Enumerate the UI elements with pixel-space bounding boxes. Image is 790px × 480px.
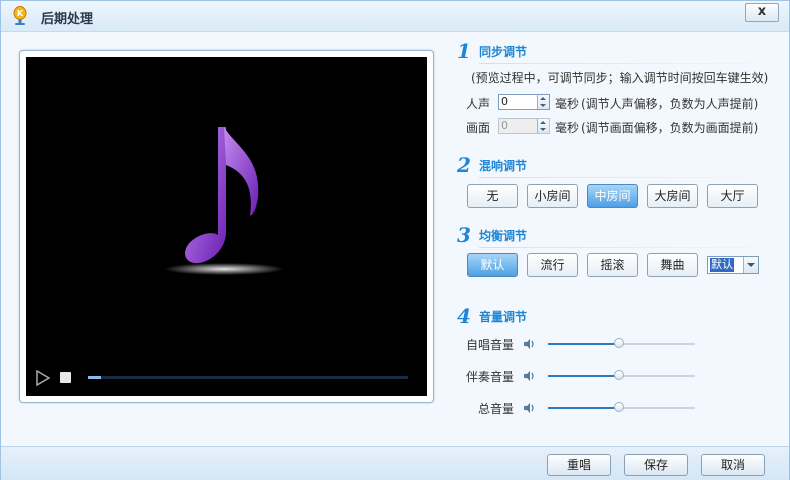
reverb-section-header: 2 混响调节	[457, 153, 789, 179]
volume-slider-fill	[548, 343, 619, 345]
speaker-icon[interactable]	[522, 337, 536, 351]
svg-text:K: K	[17, 9, 24, 18]
volume-slider-thumb[interactable]	[613, 338, 624, 348]
voice-offset-label: 人声	[466, 97, 491, 111]
chevron-down-icon[interactable]	[743, 257, 758, 273]
volume-slider-thumb[interactable]	[613, 370, 624, 380]
section-title: 均衡调节	[479, 229, 528, 243]
dialog-footer: 重唱 保存 取消	[1, 446, 789, 480]
volume-slider-thumb[interactable]	[613, 402, 624, 412]
video-offset-label: 画面	[466, 121, 491, 135]
microphone-app-icon: K	[13, 6, 27, 25]
section-number: 3	[457, 223, 471, 247]
resing-button[interactable]: 重唱	[547, 454, 611, 476]
volume-section-header: 4 音量调节	[457, 304, 777, 330]
title-bar: K 后期处理 x	[1, 1, 789, 32]
video-offset-input[interactable]: 0	[498, 118, 550, 134]
music-note-icon	[164, 127, 284, 275]
window-title: 后期处理	[41, 12, 94, 27]
eq-option-button[interactable]: 默认	[467, 253, 518, 277]
volume-slider[interactable]	[548, 370, 695, 380]
eq-section-header: 3 均衡调节	[457, 223, 789, 249]
video-offset-unit: 毫秒	[555, 121, 580, 135]
save-button[interactable]: 保存	[624, 454, 688, 476]
voice-offset-unit: 毫秒	[555, 97, 580, 111]
eq-preset-select[interactable]: 默认	[707, 256, 759, 274]
section-number: 2	[457, 153, 471, 177]
section-divider	[479, 177, 789, 178]
volume-slider-fill	[548, 375, 619, 377]
volume-label: 伴奏音量	[465, 370, 514, 384]
eq-option-button[interactable]: 舞曲	[647, 253, 698, 277]
section-number: 1	[457, 39, 471, 63]
voice-offset-desc: (调节人声偏移，负数为人声提前)	[581, 97, 759, 111]
play-icon[interactable]	[36, 370, 50, 386]
video-offset-desc: (调节画面偏移，负数为画面提前)	[581, 121, 759, 135]
volume-label: 总音量	[477, 402, 514, 416]
video-offset-stepper[interactable]	[537, 119, 549, 133]
volume-slider[interactable]	[548, 402, 695, 412]
eq-option-button[interactable]: 流行	[527, 253, 578, 277]
speaker-icon[interactable]	[522, 369, 536, 383]
voice-offset-stepper[interactable]	[537, 95, 549, 109]
sync-section-header: 1 同步调节	[457, 39, 789, 65]
section-title: 混响调节	[479, 159, 528, 173]
section-title: 音量调节	[479, 310, 528, 324]
section-title: 同步调节	[479, 45, 528, 59]
playback-progress-bar[interactable]	[88, 376, 408, 379]
video-preview-panel	[19, 50, 434, 403]
cancel-button[interactable]: 取消	[701, 454, 765, 476]
volume-slider-fill	[548, 407, 619, 409]
post-processing-window: K 后期处理 x 1 同步调节 (预览过程中，可调节同步；输入调节时间按回车键生…	[0, 0, 790, 480]
volume-label: 自唱音量	[465, 338, 514, 352]
section-divider	[479, 63, 789, 64]
reverb-option-button[interactable]: 大房间	[647, 184, 698, 208]
reverb-option-button[interactable]: 无	[467, 184, 518, 208]
sync-hint: (预览过程中，可调节同步；输入调节时间按回车键生效)	[471, 71, 769, 85]
speaker-icon[interactable]	[522, 401, 536, 415]
section-divider	[479, 247, 789, 248]
eq-option-button[interactable]: 摇滚	[587, 253, 638, 277]
voice-offset-input[interactable]: 0	[498, 94, 550, 110]
volume-slider[interactable]	[548, 338, 695, 348]
reverb-option-button[interactable]: 小房间	[527, 184, 578, 208]
reverb-option-button[interactable]: 大厅	[707, 184, 758, 208]
playback-progress-fill	[88, 376, 101, 379]
stop-icon[interactable]	[60, 372, 71, 383]
close-button[interactable]: x	[745, 3, 779, 22]
reverb-option-button[interactable]: 中房间	[587, 184, 638, 208]
section-number: 4	[457, 304, 471, 328]
video-screen[interactable]	[26, 57, 427, 396]
